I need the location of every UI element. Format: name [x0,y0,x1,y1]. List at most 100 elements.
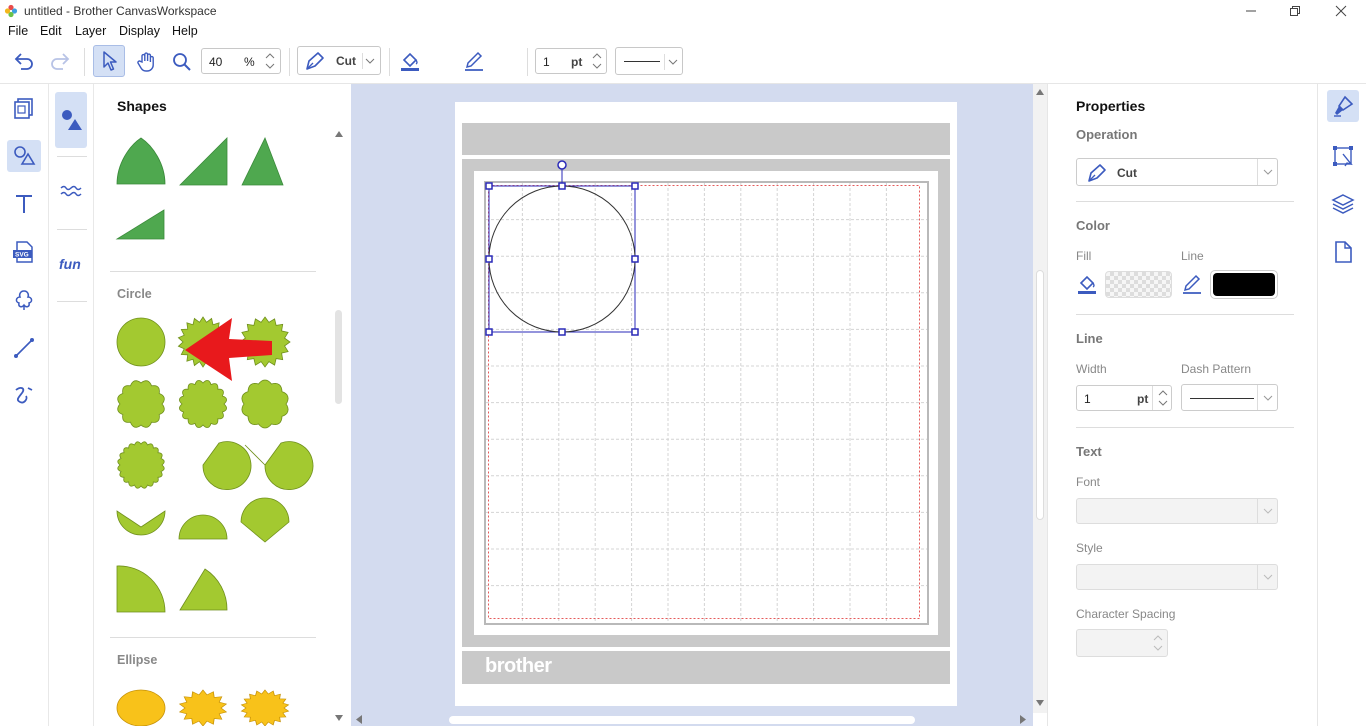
basic-shapes-category-icon[interactable] [55,92,87,148]
mat-top-strip [462,123,950,155]
hand-tool-icon[interactable] [131,47,161,77]
character-spacing-field[interactable] [1076,629,1168,657]
title-bar: untitled - Brother CanvasWorkspace [0,0,1366,22]
character-spacing-stepper[interactable] [1148,630,1168,656]
canvas-area[interactable]: brother [351,84,1033,713]
resize-handle [485,182,493,190]
svg-import-icon[interactable]: SVG [8,236,40,268]
transform-icon[interactable] [1327,140,1359,172]
templates-icon[interactable] [8,92,40,124]
menu-help[interactable]: Help [172,24,198,38]
svg-text:fun: fun [59,256,81,272]
width-label: Width [1076,362,1107,376]
properties-line-swatch[interactable] [1210,270,1278,299]
zoom-tool-icon[interactable] [167,47,197,77]
line-width-stepper[interactable] [587,49,607,73]
menu-display[interactable]: Display [119,24,160,38]
brand-logo: brother [485,655,552,677]
line-tool-icon[interactable] [8,332,40,364]
shape-scallop-circle-dense [117,441,165,489]
properties-operation-dropdown[interactable]: Cut [1076,158,1278,186]
properties-width-field[interactable]: 1 pt [1076,385,1172,411]
properties-brush-icon[interactable] [1327,90,1359,122]
layers-icon[interactable] [1327,188,1359,220]
zoom-field[interactable]: 40 % [201,48,281,74]
shape-isosceles-triangle [241,136,284,186]
shape-ellipse-starburst [178,689,228,726]
panel-scrollbar[interactable] [333,126,345,726]
chevron-down-icon [365,58,375,64]
line-pen-icon[interactable] [461,48,487,74]
style-dropdown[interactable] [1076,564,1278,590]
chevron-down-icon [1257,565,1277,589]
text-icon[interactable] [8,188,40,220]
line-pen-icon[interactable] [1181,273,1205,297]
undo-icon[interactable] [10,48,38,74]
properties-width-value: 1 [1084,392,1091,406]
menu-bar: File Edit Layer Display Help [0,22,1366,40]
wave-pattern-category-icon[interactable] [55,174,87,208]
line-section-label: Line [1076,331,1103,346]
chevron-down-icon [668,59,678,65]
resize-handle [485,328,493,336]
character-spacing-label: Character Spacing [1076,607,1176,621]
mat-bottom-strip: brother [462,651,950,684]
page-settings-icon[interactable] [1327,236,1359,268]
cut-pen-icon [1088,164,1106,182]
cutting-mat: brother [455,102,957,706]
properties-dash-dropdown[interactable] [1181,384,1278,411]
color-section-label: Color [1076,218,1110,233]
font-label: Font [1076,475,1101,489]
shapes-icon[interactable] [7,140,41,172]
shape-sector-triangle [116,137,166,185]
shapes-panel: Shapes Circle Ellipse [95,84,350,726]
dash-pattern-dropdown[interactable] [615,47,683,75]
dash-pattern-label: Dash Pattern [1181,362,1252,376]
properties-fill-swatch[interactable] [1105,271,1172,298]
cut-pen-icon [306,52,324,70]
select-tool-icon[interactable] [93,45,125,77]
fill-bucket-icon[interactable] [397,48,423,74]
properties-width-stepper[interactable] [1152,386,1172,410]
section-ellipse: Ellipse [117,653,158,667]
properties-width-unit: pt [1137,392,1149,406]
minimize-icon[interactable] [1228,0,1274,22]
fill-label: Fill [1076,249,1092,263]
operation-dropdown[interactable]: Cut [297,46,381,75]
properties-operation-value: Cut [1117,166,1137,180]
fill-bucket-icon[interactable] [1076,273,1100,297]
canvas-vscroll-thumb[interactable] [1036,270,1044,520]
menu-layer[interactable]: Layer [75,24,106,38]
redo-icon[interactable] [46,48,74,74]
canvas-vertical-scrollbar[interactable] [1033,84,1047,713]
resize-handle [631,182,639,190]
menu-edit[interactable]: Edit [40,24,62,38]
shape-scallop-circle-fine [179,380,227,428]
shape-scallop-circle-wide [241,379,289,429]
canvas-hscroll-thumb[interactable] [449,716,915,724]
panel-scroll-thumb[interactable] [335,310,342,404]
menu-file[interactable]: File [8,24,28,38]
chevron-down-icon [1257,385,1277,410]
section-circle: Circle [117,287,152,301]
shape-circle-notch [116,510,166,536]
close-icon[interactable] [1318,0,1364,22]
restore-icon[interactable] [1272,0,1318,22]
chevron-down-icon [1257,499,1277,523]
outline-icon[interactable] [8,284,40,316]
chevron-down-icon [1257,159,1277,185]
line-width-field[interactable]: 1 pt [535,48,607,74]
canvas-horizontal-scrollbar[interactable] [351,713,1033,726]
rotate-handle [557,160,567,170]
zoom-stepper[interactable] [260,49,280,73]
shape-circle [116,317,166,367]
shape-pacman [202,441,252,490]
freehand-icon[interactable] [8,380,40,412]
line-width-unit: pt [571,55,583,69]
fun-shapes-category-icon[interactable]: fun [55,247,87,281]
shapes-gallery [115,136,314,726]
shape-circle-segment [240,497,290,543]
shape-right-triangle [179,137,228,186]
selected-circle-object[interactable] [483,158,643,338]
font-dropdown[interactable] [1076,498,1278,524]
